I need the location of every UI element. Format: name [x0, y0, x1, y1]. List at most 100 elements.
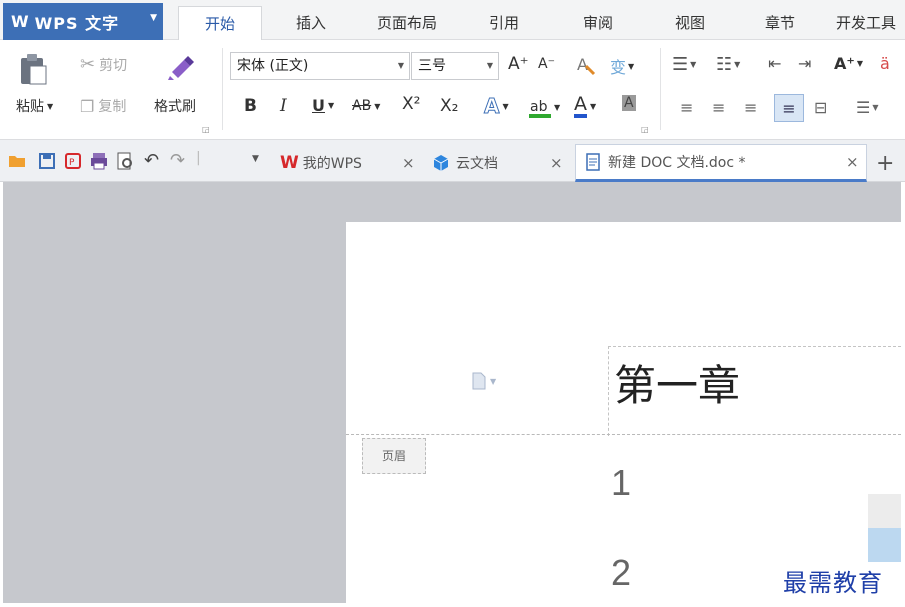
clear-format-icon[interactable]: A — [574, 52, 598, 78]
tab-new-doc[interactable]: 新建 DOC 文档.doc * × — [575, 144, 867, 182]
selection-block — [868, 528, 901, 562]
distribute-icon[interactable]: ⊟ — [814, 98, 827, 117]
text-direction-icon: A⁺ — [834, 54, 855, 73]
tab-cloud-docs[interactable]: 云文档 × — [432, 144, 572, 182]
format-painter-button[interactable]: 格式刷 — [154, 96, 196, 116]
strikethrough-button[interactable]: AB ▼ — [352, 98, 380, 114]
print-icon[interactable] — [90, 152, 108, 170]
dialog-launcher-icon[interactable]: ◲ — [202, 125, 210, 134]
header-boundary-line — [346, 434, 901, 435]
paste-label: 粘贴 — [16, 99, 44, 115]
font-size-select[interactable]: 三号 ▼ — [411, 52, 499, 80]
tab-developer[interactable]: 开发工具 — [836, 6, 905, 40]
divider — [660, 48, 661, 130]
undo-icon[interactable]: ↶ — [144, 150, 162, 171]
caret-down-icon: ▼ — [856, 59, 863, 68]
bullet-list-icon: ☰ — [672, 54, 689, 75]
tab-home[interactable]: 开始 — [178, 6, 262, 41]
tab-section[interactable]: 章节 — [750, 6, 810, 40]
bold-button[interactable]: B — [244, 96, 257, 116]
export-pdf-icon[interactable]: P — [64, 152, 82, 170]
caret-down-icon: ▼ — [554, 102, 561, 112]
numbering-button[interactable]: ☷ ▼ — [716, 54, 740, 75]
ribbon-home: 粘贴 ▼ ✂ 剪切 ❐ 复制 格式刷 ◲ 宋体 (正文) ▼ 三号 ▼ A⁺ A… — [0, 40, 905, 140]
line-number: 1 — [611, 462, 632, 503]
tab-review[interactable]: 审阅 — [568, 6, 628, 40]
subscript-button[interactable]: X₂ — [440, 96, 458, 116]
font-name-select[interactable]: 宋体 (正文) ▼ — [230, 52, 410, 80]
header-label-tag: 页眉 — [362, 438, 426, 474]
caret-down-icon: ▼ — [628, 61, 635, 71]
quick-access-bar: P ↶ ↷ | ▼ W 我的WPS × 云文档 × 新建 DOC 文档.doc … — [0, 140, 905, 182]
highlight-button[interactable]: ab ▼ — [528, 94, 560, 120]
divider — [222, 48, 223, 130]
header-text[interactable]: 第一章 — [614, 352, 740, 413]
header-options-button[interactable]: ▼ — [471, 372, 496, 390]
caret-down-icon: ▼ — [490, 376, 497, 386]
print-preview-icon[interactable] — [116, 152, 134, 170]
dialog-launcher-icon[interactable]: ◲ — [641, 125, 649, 134]
tab-my-wps[interactable]: W 我的WPS × — [280, 144, 424, 182]
copy-button[interactable]: ❐ 复制 — [80, 96, 126, 116]
open-folder-icon[interactable] — [8, 152, 26, 170]
paste-icon[interactable] — [18, 52, 48, 86]
scissors-icon: ✂ — [80, 54, 96, 75]
close-icon[interactable]: × — [846, 153, 859, 171]
tab-label: 新建 DOC 文档.doc * — [608, 155, 746, 171]
caret-down-icon: ▼ — [502, 101, 509, 111]
italic-button[interactable]: I — [280, 96, 287, 116]
close-icon[interactable]: × — [402, 154, 415, 172]
text-effect-button[interactable]: A ▼ — [483, 94, 509, 119]
underline-button[interactable]: U ▼ — [312, 96, 334, 115]
new-tab-icon[interactable]: + — [876, 144, 900, 182]
tab-references[interactable]: 引用 — [474, 6, 534, 40]
caret-down-icon: ▼ — [734, 60, 741, 69]
watermark: 最需教育 — [783, 569, 883, 597]
wps-logo-icon: W — [280, 153, 299, 173]
justify-icon[interactable]: ≡ — [774, 94, 804, 122]
decrease-indent-icon[interactable]: ⇤ — [768, 54, 781, 73]
caret-down-icon: ▼ — [486, 61, 493, 70]
line-spacing-button[interactable]: ☰ ▼ — [856, 98, 879, 117]
document-page[interactable]: ▼ 第一章 页眉 1 2 — [346, 222, 901, 603]
copy-icon: ❐ — [80, 96, 95, 116]
font-color-icon: A — [574, 94, 587, 118]
customize-toolbar-icon[interactable]: ▼ — [252, 154, 270, 172]
align-right-icon[interactable]: ≡ — [744, 98, 757, 117]
format-painter-icon[interactable] — [166, 52, 196, 82]
caret-down-icon: ▼ — [374, 101, 381, 111]
align-center-icon[interactable]: ≡ — [712, 98, 725, 117]
shrink-font-button[interactable]: A⁻ — [538, 56, 555, 72]
line-number: 2 — [611, 552, 632, 593]
gray-block — [868, 494, 901, 528]
caret-down-icon: ▼ — [872, 103, 879, 112]
app-menu-button[interactable]: W WPS 文字 ▼ — [3, 3, 163, 40]
tab-insert[interactable]: 插入 — [282, 6, 340, 40]
page-options-icon — [472, 372, 486, 390]
char-shading-button[interactable]: A — [622, 95, 636, 111]
title-bar: W WPS 文字 ▼ 开始 插入 页面布局 引用 审阅 视图 章节 开发工具 — [0, 0, 905, 41]
redo-icon[interactable]: ↷ — [170, 150, 188, 171]
superscript-button[interactable]: X² — [402, 94, 420, 114]
strikethrough-label: AB — [352, 98, 372, 114]
tab-page-layout[interactable]: 页面布局 — [362, 6, 452, 40]
save-icon[interactable] — [38, 152, 56, 170]
align-left-icon[interactable]: ≡ — [680, 98, 693, 117]
bullets-button[interactable]: ☰ ▼ — [672, 54, 696, 75]
svg-text:ab: ab — [530, 99, 548, 115]
grow-font-button[interactable]: A⁺ — [508, 54, 529, 74]
caret-down-icon: ▼ — [328, 101, 335, 110]
svg-text:P: P — [69, 158, 75, 168]
increase-indent-icon[interactable]: ⇥ — [798, 54, 811, 73]
phonetic-guide-button[interactable]: 变 ▼ — [610, 54, 634, 78]
paste-button[interactable]: 粘贴 ▼ — [16, 96, 53, 116]
tab-view[interactable]: 视图 — [660, 6, 720, 40]
pinyin-icon[interactable]: ä — [880, 54, 890, 73]
close-icon[interactable]: × — [550, 154, 563, 172]
font-size-value: 三号 — [418, 58, 446, 74]
cloud-cube-icon — [433, 155, 449, 171]
cut-button[interactable]: ✂ 剪切 — [80, 54, 127, 75]
font-color-button[interactable]: A ▼ — [574, 94, 596, 118]
tab-label: 我的WPS — [302, 156, 362, 172]
text-direction-button[interactable]: A⁺ ▼ — [834, 54, 863, 73]
